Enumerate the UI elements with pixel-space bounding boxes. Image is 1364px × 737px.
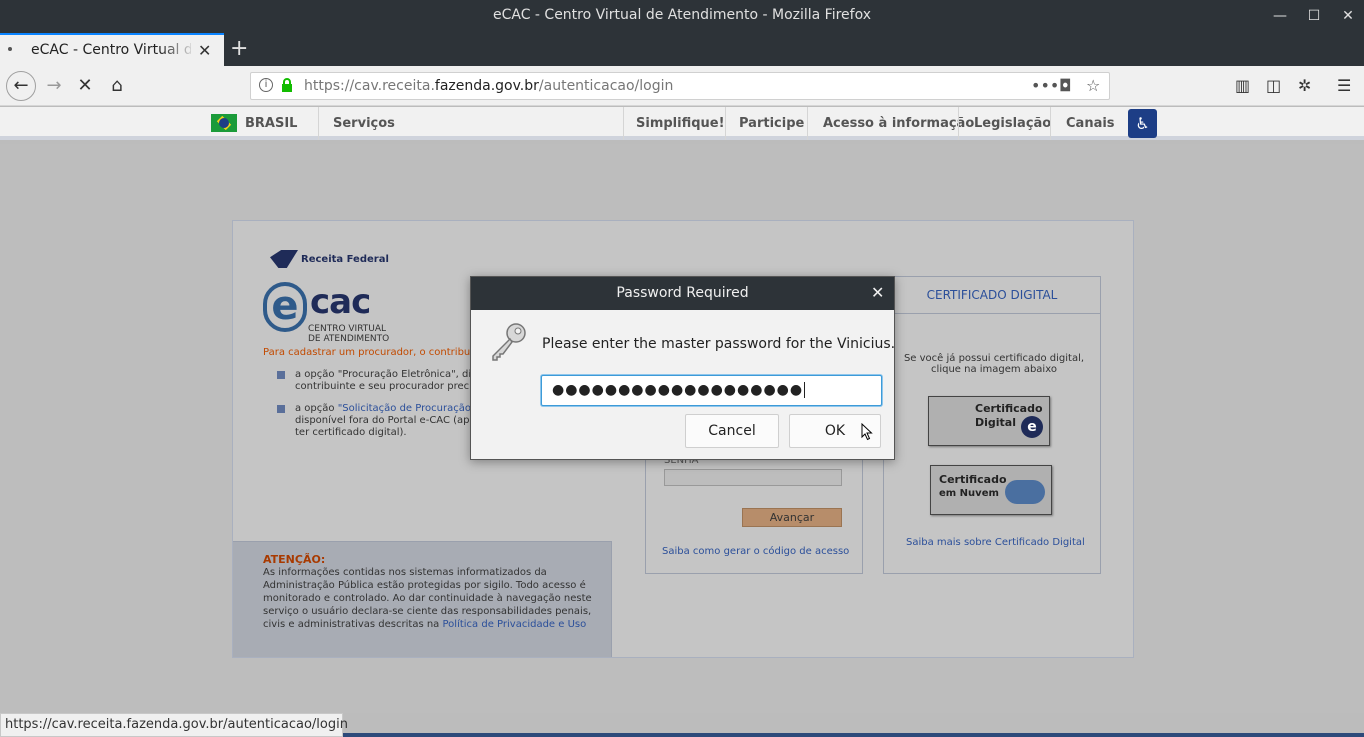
close-tab-icon[interactable]: ✕ [198, 41, 211, 60]
privacy-policy-link[interactable]: Política de Privacidade e Uso [443, 619, 587, 630]
solicitacao-procuracao-link[interactable]: "Solicitação de Procuração [338, 403, 470, 414]
dialog-title: Password Required [616, 285, 749, 301]
dialog-header: Password Required ✕ [471, 277, 894, 310]
bullet-icon [277, 405, 285, 413]
status-bar: https://cav.receita.fazenda.gov.br/auten… [0, 713, 348, 737]
procurador-text: Para cadastrar um procurador, o contribu… [263, 347, 470, 358]
library-icon[interactable]: ▥ [1235, 76, 1250, 95]
new-tab-icon[interactable]: + [230, 36, 248, 61]
info-icon[interactable]: i [259, 78, 273, 92]
saiba-certificado-link[interactable]: Saiba mais sobre Certificado Digital [906, 537, 1085, 548]
url-bar[interactable]: i https://cav.receita.fazenda.gov.br/aut… [250, 72, 1110, 100]
bullet-text-1: a opção "Procuração Eletrônica", dis cont… [295, 369, 470, 392]
gov-acesso-informacao[interactable]: Acesso à informação [823, 116, 974, 131]
accessibility-icon[interactable]: ♿ [1128, 109, 1157, 138]
gov-servicos[interactable]: Serviços [333, 116, 395, 131]
certificado-digital-button[interactable]: Certificado Digital e [928, 396, 1050, 446]
gov-simplifique[interactable]: Simplifique! [636, 116, 725, 131]
brazil-flag-icon [211, 114, 237, 132]
page-actions-icon[interactable]: ••• [1031, 76, 1059, 95]
saiba-codigo-link[interactable]: Saiba como gerar o código de acesso [662, 546, 849, 557]
cloud-icon [1005, 480, 1045, 504]
menu-icon[interactable]: ☰ [1337, 76, 1351, 95]
forward-button[interactable]: → [40, 72, 68, 100]
dialog-close-icon[interactable]: ✕ [871, 283, 884, 302]
key-icon [492, 323, 526, 361]
loading-dot-icon [8, 47, 12, 51]
window-titlebar: eCAC - Centro Virtual de Atendimento - M… [0, 0, 1364, 33]
maximize-icon[interactable]: ☐ [1304, 6, 1324, 26]
certificado-instructions: Se você já possui certificado digital, c… [903, 353, 1085, 375]
password-dialog: Password Required ✕ Please enter the mas… [470, 276, 895, 460]
cancel-button[interactable]: Cancel [685, 414, 779, 448]
home-button[interactable]: ⌂ [103, 72, 131, 100]
url-text: https://cav.receita.fazenda.gov.br/auten… [304, 78, 674, 94]
bullet-text-2: a opção "Solicitação de Procuração dispon… [295, 403, 470, 438]
stop-loading-button[interactable]: ✕ [71, 72, 99, 100]
gov-brasil[interactable]: BRASIL [245, 116, 297, 131]
sidebar-icon[interactable]: ◫ [1266, 76, 1281, 95]
certificado-header: CERTIFICADO DIGITAL [884, 277, 1100, 314]
atencao-text: As informações contidas nos sistemas inf… [263, 567, 592, 630]
close-window-icon[interactable]: ✕ [1338, 6, 1358, 26]
atencao-box: ATENÇÃO: As informações contidas nos sis… [233, 541, 612, 657]
mouse-cursor-icon [861, 423, 873, 441]
lock-icon[interactable] [281, 78, 293, 92]
back-button[interactable]: ← [6, 71, 36, 101]
gov-canais[interactable]: Canais [1066, 116, 1115, 131]
extension-icon[interactable]: ✲ [1298, 76, 1311, 95]
receita-federal-logo: Receita Federal [270, 250, 389, 268]
bookmark-star-icon[interactable]: ☆ [1086, 76, 1100, 95]
tab-ecac[interactable]: eCAC - Centro Virtual de Atendimento ✕ [0, 33, 224, 66]
page-footer-strip [343, 733, 1364, 737]
gov-legislacao[interactable]: Legislação [974, 116, 1051, 131]
ecac-e-icon: e [1021, 416, 1043, 438]
atencao-title: ATENÇÃO: [263, 553, 326, 566]
gov-participe[interactable]: Participe [739, 116, 804, 131]
master-password-input[interactable]: ●●●●●●●●●●●●●●●●●●● [541, 375, 882, 406]
bullet-icon [277, 371, 285, 379]
navigation-bar: ← → ✕ ⌂ i https://cav.receita.fazenda.go… [0, 66, 1364, 106]
dialog-message: Please enter the master password for the… [542, 336, 896, 352]
senha-input[interactable] [664, 469, 842, 486]
tab-strip: eCAC - Centro Virtual de Atendimento ✕ + [0, 33, 1364, 66]
minimize-icon[interactable]: — [1270, 6, 1290, 26]
pocket-icon[interactable]: ◘ [1059, 76, 1072, 95]
window-title: eCAC - Centro Virtual de Atendimento - M… [492, 7, 872, 23]
avancar-button[interactable]: Avançar [742, 508, 842, 527]
gov-bar: BRASIL Serviços Simplifique! Participe A… [0, 107, 1364, 140]
certificado-nuvem-button[interactable]: Certificado em Nuvem [930, 465, 1052, 515]
